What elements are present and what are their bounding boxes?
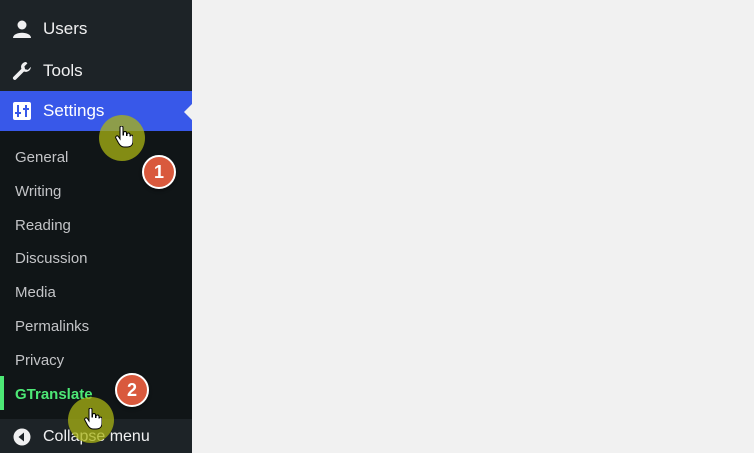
active-menu-arrow: [184, 104, 192, 120]
settings-sliders-icon: [11, 100, 33, 122]
hand-pointer-icon: [115, 126, 133, 148]
user-icon: [11, 18, 33, 40]
submenu-item-general[interactable]: General: [15, 148, 68, 168]
submenu-item-discussion[interactable]: Discussion: [15, 249, 88, 269]
admin-sidebar: Users Tools Settings General Writing Rea…: [0, 0, 192, 453]
wrench-icon: [11, 60, 33, 82]
menu-item-users-label: Users: [43, 19, 88, 38]
step-badge-2: 2: [115, 373, 149, 407]
menu-item-tools-label: Tools: [43, 61, 83, 80]
menu-item-users[interactable]: Users: [0, 9, 192, 49]
submenu-item-privacy[interactable]: Privacy: [15, 351, 64, 371]
submenu-item-permalinks[interactable]: Permalinks: [15, 317, 89, 337]
step-badge-1: 1: [142, 155, 176, 189]
menu-item-settings-label: Settings: [43, 101, 105, 120]
current-item-indicator: [0, 376, 4, 410]
hand-pointer-icon-2: [84, 408, 102, 430]
submenu-item-media[interactable]: Media: [15, 283, 56, 303]
menu-item-settings[interactable]: Settings: [0, 91, 192, 131]
submenu-item-writing[interactable]: Writing: [15, 182, 61, 202]
menu-item-tools[interactable]: Tools: [0, 51, 192, 91]
collapse-arrow-icon: [13, 428, 31, 446]
submenu-item-reading[interactable]: Reading: [15, 216, 71, 236]
